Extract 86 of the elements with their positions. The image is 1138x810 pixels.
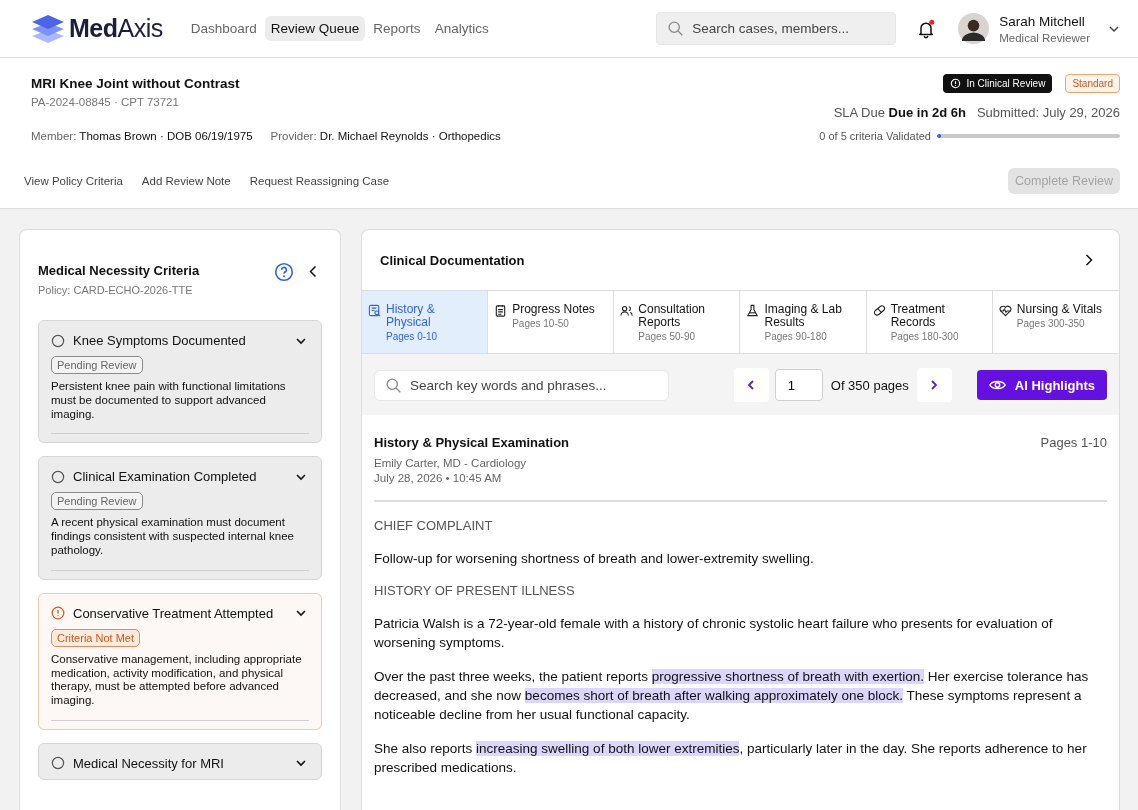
ai-highlights-button[interactable]: AI Highlights <box>976 370 1107 400</box>
document-date: July 28, 2026 • 10:45 AM <box>374 472 503 484</box>
notification-bell-icon[interactable] <box>916 18 937 39</box>
action-link[interactable]: Add Review Note <box>141 175 231 187</box>
help-icon[interactable] <box>274 261 294 282</box>
status-badge: Criteria Not Met <box>51 628 141 647</box>
user-role: Medical Reviewer <box>999 31 1090 44</box>
criterion-description: Persistent knee pain with functional limitations must be documented to support advanced imaging. <box>51 380 287 422</box>
tab-label: Treatment Records <box>890 303 946 329</box>
tab-pages: Pages 180-300 <box>890 331 960 342</box>
tab-label: Nursing & Vitals <box>1016 303 1102 316</box>
radio-icon <box>51 469 65 484</box>
criterion-card[interactable]: Knee Symptoms Documented Pending Review Persistent knee pain with functional limitations must be documented to support advanced imaging. <box>38 320 322 444</box>
criterion-title: Medical Necessity for MRI <box>73 755 225 771</box>
lab-icon <box>746 304 760 317</box>
sla-due: SLA Due Due in 2d 6h <box>833 105 966 120</box>
nav-link[interactable]: Analytics <box>428 16 495 41</box>
criterion-card[interactable]: Medical Necessity for MRI <box>38 742 322 780</box>
radio-icon <box>51 333 65 348</box>
notes-icon <box>494 304 508 317</box>
tab-pages: Pages 0-10 <box>386 331 439 342</box>
search-field[interactable]: Search cases, members... <box>656 12 897 45</box>
tab-pages: Pages 50-90 <box>638 331 697 342</box>
warning-icon <box>51 606 65 621</box>
case-title: MRI Knee Joint without Contrast <box>31 76 241 91</box>
status-badge: Pending Review <box>51 356 143 374</box>
page-number-field[interactable]: 1 <box>774 369 823 401</box>
progress-text: 0 of 5 criteria Validated <box>819 130 931 142</box>
page-total: Of 350 pages <box>830 377 909 393</box>
status-text: In Clinical Review <box>966 78 1046 89</box>
criterion-description: A recent physical examination must document findings consistent with suspected internal knee pathology. <box>51 516 295 558</box>
consult-icon <box>620 304 634 317</box>
collapse-icon[interactable] <box>308 264 318 279</box>
paragraph: Patricia Walsh is a 72-year-old female with a history of chronic systolic heart failure who presents for evaluation of worsening symptoms. <box>374 615 1054 652</box>
radio-icon <box>51 756 65 771</box>
paragraph: Over the past three weeks, the patient reports progressive shortness of breath with exertion. Her exercise tolerance has decreased, and she now becomes short of breath after walking approximately one block. These symptoms represent a noticeable decline from her usual functional capacity. <box>374 668 1090 724</box>
document-title: History & Physical Examination <box>374 435 570 450</box>
tab-label: History & Physical <box>386 303 436 329</box>
criterion-card[interactable]: Clinical Examination Completed Pending Review A recent physical examination must document findings consistent with suspected internal knee pathology. <box>38 456 322 580</box>
paragraph: Follow-up for worsening shortness of breath and lower-extremity swelling. <box>374 550 815 568</box>
eye-icon <box>988 379 1006 391</box>
brand-name: MedAxis <box>69 14 163 43</box>
section-heading: CHIEF COMPLAINT <box>374 518 494 533</box>
case-reference: PA-2024-08845 · CPT 73721 <box>31 96 180 108</box>
search-icon <box>385 376 402 394</box>
provider-info: Provider: Dr. Michael Reynolds · Orthopedics <box>270 130 501 142</box>
member-info: Member: Thomas Brown · DOB 06/19/1975 <box>31 130 253 142</box>
status-badge: Pending Review <box>51 492 143 511</box>
criterion-card[interactable]: Conservative Treatment Attempted Criteria Not Met Conservative management, including appropriate medication, activity modification, and physical therapy, must be attempted before advanced imaging. <box>38 592 322 730</box>
tab-label: Imaging & Lab Results <box>764 303 843 329</box>
paragraph: She also reports increasing swelling of both lower extremities, particularly later in the day. She reports adherence to her prescribed medications. <box>374 740 1088 777</box>
criterion-title: Clinical Examination Completed <box>73 469 258 485</box>
panel-title: Clinical Documentation <box>380 252 525 268</box>
criterion-title: Knee Symptoms Documented <box>73 333 247 348</box>
chevron-right-icon <box>929 379 940 391</box>
document-tab[interactable]: History & Physical Pages 0-10 <box>362 291 489 353</box>
criterion-description: Conservative management, including appropriate medication, activity modification, and physical therapy, must be attempted before advanced imaging. <box>51 652 303 708</box>
treatment-icon <box>872 304 886 317</box>
tab-pages: Pages 90-180 <box>764 331 828 342</box>
document-search-field[interactable]: Search key words and phrases... <box>374 369 669 401</box>
tab-label: Consultation Reports <box>638 303 707 329</box>
nav-link[interactable]: Review Queue <box>264 16 366 41</box>
panel-title: Medical Necessity Criteria <box>38 263 201 278</box>
logo-icon <box>31 13 65 44</box>
nav-link[interactable]: Dashboard <box>184 16 263 41</box>
search-icon <box>667 20 685 37</box>
avatar[interactable] <box>958 13 990 44</box>
info-icon <box>950 78 962 89</box>
section-heading: HISTORY OF PRESENT ILLNESS <box>374 583 576 598</box>
tab-pages: Pages 300-350 <box>1016 318 1086 329</box>
history-icon <box>368 304 381 317</box>
chevron-left-icon <box>746 379 757 391</box>
tab-pages: Pages 10-50 <box>512 318 570 329</box>
action-link[interactable]: View Policy Criteria <box>24 175 123 187</box>
submitted-date: Submitted: July 29, 2026 <box>976 105 1120 120</box>
policy-id: Policy: CARD-ECHO-2026-TTE <box>38 284 194 296</box>
vitals-icon <box>998 304 1012 317</box>
criterion-title: Conservative Treatment Attempted <box>73 605 275 621</box>
tab-label: Progress Notes <box>512 303 595 316</box>
priority-badge: Standard <box>1065 74 1120 93</box>
document-author: Emily Carter, MD - Cardiology <box>374 457 528 469</box>
nav-link[interactable]: Reports <box>367 16 427 41</box>
chevron-right-icon[interactable] <box>1084 253 1094 267</box>
document-pages: Pages 1-10 <box>1040 435 1107 450</box>
action-link[interactable]: Request Reassigning Case <box>249 175 390 187</box>
user-name: Sarah Mitchell <box>999 13 1086 29</box>
